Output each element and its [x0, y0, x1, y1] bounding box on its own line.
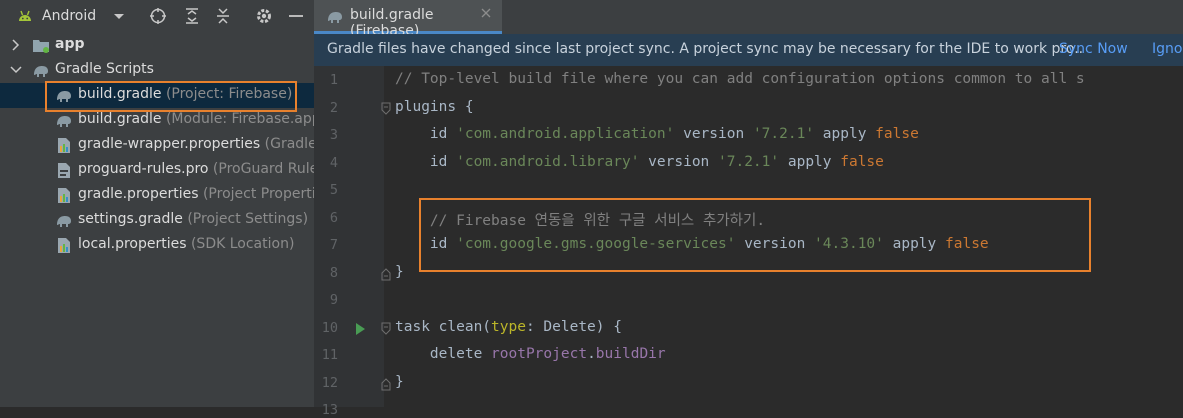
code-token: }	[395, 263, 404, 280]
gradle-elephant-icon	[34, 66, 48, 77]
tree-item-label: settings.gradle (Project Settings)	[78, 211, 309, 227]
code-token: }	[395, 373, 404, 390]
tree-item-gradle-scripts[interactable]: Gradle Scripts	[0, 58, 314, 83]
code-line: id 'com.android.library' version '7.2.1'…	[395, 154, 884, 170]
line-number: 13	[321, 402, 338, 418]
module-folder-icon	[33, 40, 49, 53]
tree-item-label: gradle.properties (Project Propertie	[78, 186, 314, 202]
ignore-link[interactable]: Igno	[1152, 41, 1182, 57]
code-token: apply	[814, 126, 876, 142]
tree-item-app[interactable]: app	[0, 33, 314, 58]
gradle-elephant-icon	[57, 216, 71, 227]
line-number: 8	[329, 264, 338, 281]
code-line: }	[395, 374, 404, 390]
sync-notification-bar: Gradle files have changed since last pro…	[314, 34, 1183, 66]
properties-file-icon	[58, 238, 70, 253]
android-icon	[19, 10, 31, 21]
tree-item-gradle-properties[interactable]: gradle.properties (Project Propertie	[0, 183, 314, 208]
code-token: false	[875, 126, 919, 142]
tree-item-label: proguard-rules.pro (ProGuard Rule	[78, 161, 314, 177]
code-token: type	[491, 318, 526, 335]
sync-now-link[interactable]: Sync Now	[1059, 41, 1128, 57]
code-token: id	[395, 126, 457, 142]
project-tool-window: Android app Gradle Scripts build.gradle …	[0, 0, 314, 407]
code-token: task clean(	[395, 318, 492, 335]
line-number: 6	[329, 209, 338, 226]
run-gutter-icon[interactable]	[354, 322, 366, 336]
code-line: task clean(type: Delete) {	[395, 319, 622, 335]
code-token: '7.2.1'	[752, 126, 815, 142]
close-icon[interactable]	[479, 6, 493, 20]
tree-item-label: build.gradle (Module: Firebase.app	[78, 111, 314, 127]
tree-item-gradle-wrapper-properties[interactable]: gradle-wrapper.properties (Gradle V	[0, 133, 314, 158]
code-token: buildDir	[595, 346, 666, 362]
code-token: false	[840, 153, 884, 170]
code-line: // Top-level build file where you can ad…	[395, 71, 1085, 87]
collapse-all-icon[interactable]	[214, 7, 232, 25]
chevron-right-icon[interactable]	[9, 38, 23, 52]
properties-file-icon	[58, 138, 70, 153]
line-number: 10	[321, 319, 338, 336]
code-line: }	[395, 264, 404, 280]
line-number: 5	[329, 182, 338, 198]
code-token: apply	[779, 153, 841, 170]
notification-message: Gradle files have changed since last pro…	[327, 41, 1084, 57]
line-number: 7	[329, 237, 338, 253]
chevron-down-icon[interactable]	[110, 7, 128, 25]
gradle-elephant-icon	[328, 12, 342, 23]
code-token: 'com.android.library'	[456, 153, 640, 170]
properties-file-icon	[58, 188, 70, 203]
tree-item-label: gradle-wrapper.properties (Gradle V	[78, 136, 314, 152]
line-number: 4	[329, 154, 338, 171]
code-line: plugins {	[395, 99, 474, 115]
tree-item-label: Gradle Scripts	[55, 61, 154, 77]
code-token: : Delete) {	[525, 318, 622, 335]
proguard-file-icon	[58, 163, 70, 178]
code-token: id	[395, 153, 457, 170]
line-number: 2	[329, 99, 338, 116]
line-number: 9	[329, 292, 338, 308]
code-line: id 'com.android.application' version '7.…	[395, 126, 919, 142]
code-token: .	[587, 346, 596, 362]
tree-item-proguard-rules[interactable]: proguard-rules.pro (ProGuard Rule	[0, 158, 314, 183]
editor-area: build.gradle (Firebase) Gradle files hav…	[314, 0, 1183, 418]
expand-all-icon[interactable]	[183, 7, 201, 25]
project-view-selector[interactable]: Android	[42, 8, 96, 24]
line-number: 1	[329, 72, 338, 88]
code-token: 'com.android.application'	[456, 126, 675, 142]
tree-item-settings-gradle[interactable]: settings.gradle (Project Settings)	[0, 208, 314, 233]
code-token: version	[639, 153, 719, 170]
gradle-elephant-icon	[57, 116, 71, 127]
code-token: rootProject	[491, 346, 588, 362]
code-token: version	[674, 126, 753, 142]
editor-tab-bar: build.gradle (Firebase)	[314, 0, 1183, 39]
highlight-box-tree	[45, 81, 297, 112]
line-number: 11	[321, 347, 338, 363]
code-token: // Top-level build file where you can ad…	[395, 71, 1085, 87]
code-line: delete rootProject.buildDir	[395, 346, 666, 362]
line-number: 12	[321, 374, 338, 391]
line-number: 3	[329, 127, 338, 143]
tree-item-local-properties[interactable]: local.properties (SDK Location)	[0, 233, 314, 258]
tab-build-gradle[interactable]: build.gradle (Firebase)	[314, 0, 502, 39]
editor-gutter: 1 2 3 4 5 6 7 8 9 10 11 12 13	[314, 66, 391, 418]
tree-item-label: app	[55, 36, 85, 52]
gear-icon[interactable]	[255, 7, 273, 25]
project-view-header: Android	[0, 0, 314, 32]
chevron-down-icon[interactable]	[9, 63, 23, 77]
code-token: '7.2.1'	[718, 153, 780, 170]
code-token: plugins {	[395, 98, 474, 115]
locate-crosshair-icon[interactable]	[149, 7, 167, 25]
code-token: delete	[395, 346, 492, 362]
tree-item-label: local.properties (SDK Location)	[78, 236, 295, 252]
hide-minus-icon[interactable]	[287, 7, 305, 25]
highlight-box-code	[419, 198, 1091, 272]
